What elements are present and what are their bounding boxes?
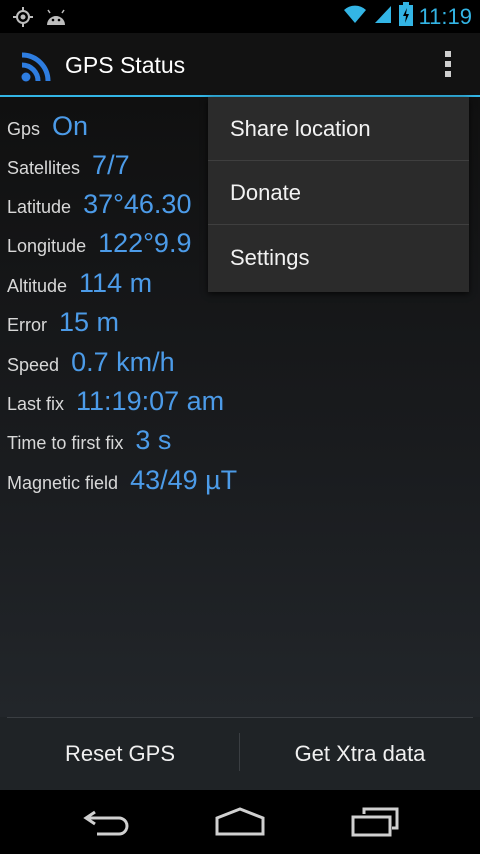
wifi-icon bbox=[343, 4, 367, 29]
menu-item-share-location[interactable]: Share location bbox=[208, 97, 469, 161]
field-latitude: Latitude 37°46.30 bbox=[7, 189, 191, 220]
overflow-menu: Share location Donate Settings bbox=[208, 97, 469, 292]
overflow-menu-icon[interactable] bbox=[443, 51, 453, 79]
action-bar: GPS Status bbox=[0, 33, 480, 97]
gps-icon bbox=[12, 6, 34, 33]
status-right-icons: 11:19 bbox=[343, 2, 472, 31]
field-label: Longitude bbox=[7, 236, 87, 256]
field-value: 0.7 km/h bbox=[71, 347, 175, 377]
field-magnetic-field: Magnetic field 43/49 µT bbox=[7, 465, 237, 496]
back-icon[interactable] bbox=[83, 806, 131, 843]
battery-charging-icon bbox=[398, 2, 413, 31]
field-value: 43/49 µT bbox=[130, 465, 238, 495]
field-time-to-first-fix: Time to first fix 3 s bbox=[7, 425, 171, 456]
home-icon[interactable] bbox=[214, 806, 266, 843]
rss-signal-icon[interactable] bbox=[20, 47, 56, 88]
android-icon bbox=[44, 7, 68, 32]
field-satellites: Satellites 7/7 bbox=[7, 150, 130, 181]
field-label: Gps bbox=[7, 119, 41, 139]
field-label: Magnetic field bbox=[7, 473, 119, 493]
field-label: Satellites bbox=[7, 158, 81, 178]
field-label: Last fix bbox=[7, 394, 65, 414]
field-label: Speed bbox=[7, 355, 60, 375]
field-longitude: Longitude 122°9.9 bbox=[7, 228, 191, 259]
field-speed: Speed 0.7 km/h bbox=[7, 347, 175, 378]
field-value: 7/7 bbox=[92, 150, 130, 180]
bottom-button-bar: Reset GPS Get Xtra data bbox=[0, 717, 480, 790]
field-value: 15 m bbox=[59, 307, 120, 337]
field-value: On bbox=[52, 111, 89, 141]
field-value: 114 m bbox=[79, 268, 153, 298]
status-left-icons bbox=[12, 6, 68, 33]
field-value: 3 s bbox=[135, 425, 172, 455]
field-label: Latitude bbox=[7, 197, 72, 217]
navigation-bar bbox=[0, 790, 480, 854]
field-gps: Gps On bbox=[7, 111, 88, 142]
reset-gps-button[interactable]: Reset GPS bbox=[0, 717, 240, 790]
field-value: 11:19:07 am bbox=[76, 386, 225, 416]
menu-item-donate[interactable]: Donate bbox=[208, 161, 469, 225]
get-xtra-data-button[interactable]: Get Xtra data bbox=[240, 717, 480, 790]
field-value: 122°9.9 bbox=[98, 228, 192, 258]
status-time: 11:19 bbox=[418, 4, 472, 29]
field-label: Time to first fix bbox=[7, 433, 124, 453]
field-label: Error bbox=[7, 315, 47, 335]
field-value: 37°46.30 bbox=[83, 189, 192, 219]
field-label: Altitude bbox=[7, 276, 68, 296]
field-last-fix: Last fix 11:19:07 am bbox=[7, 386, 224, 417]
field-error: Error 15 m bbox=[7, 307, 119, 338]
status-bar: 11:19 bbox=[0, 0, 480, 33]
field-altitude: Altitude 114 m bbox=[7, 268, 152, 299]
signal-icon bbox=[373, 4, 393, 29]
menu-item-settings[interactable]: Settings bbox=[208, 225, 469, 290]
recent-apps-icon[interactable] bbox=[350, 806, 400, 843]
app-title: GPS Status bbox=[65, 52, 186, 78]
